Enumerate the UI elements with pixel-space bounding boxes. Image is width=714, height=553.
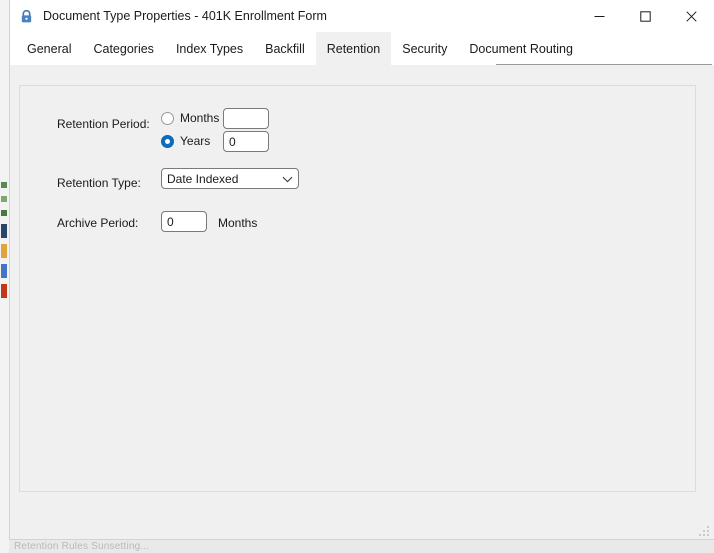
retention-panel: Retention Period: Months Years Retention… [19,85,696,492]
retention-period-months-radio[interactable]: Months [161,111,219,125]
archive-period-unit: Months [218,216,258,230]
background-accent-bar [1,244,7,258]
background-window-text: Retention Rules Sunsetting... [14,541,150,552]
radio-label-years: Years [180,134,211,148]
tab-bar: General Categories Index Types Backfill … [10,32,714,65]
background-window-sliver [0,0,9,553]
tab-backfill[interactable]: Backfill [254,32,316,65]
background-accent-bar [1,196,7,202]
retention-type-dropdown[interactable]: Date Indexed [161,168,299,189]
padlock-icon [18,8,35,25]
minimize-button[interactable] [576,0,622,32]
chevron-down-icon [282,172,293,186]
tab-document-routing[interactable]: Document Routing [458,32,584,65]
radio-indicator-months [161,111,174,125]
retention-period-years-input[interactable] [223,131,269,152]
window-controls [576,0,714,32]
close-button[interactable] [668,0,714,32]
tab-general[interactable]: General [16,32,82,65]
dialog-body: Retention Period: Months Years Retention… [10,65,714,539]
background-accent-bar [1,264,7,278]
tab-retention[interactable]: Retention [315,32,392,65]
tab-categories[interactable]: Categories [82,32,164,65]
background-accent-bar [1,224,7,238]
window-title: Document Type Properties - 401K Enrollme… [43,9,327,23]
radio-indicator-years [161,134,174,148]
resize-grip[interactable] [699,526,711,538]
retention-period-months-input[interactable] [223,108,269,129]
retention-type-value: Date Indexed [167,171,239,186]
retention-type-label: Retention Type: [57,176,141,190]
tab-index-types[interactable]: Index Types [165,32,254,65]
archive-period-input[interactable] [161,211,207,232]
background-accent-bar [1,182,7,188]
retention-period-years-radio[interactable]: Years [161,134,210,148]
background-accent-bar [1,284,7,298]
document-type-properties-dialog: Document Type Properties - 401K Enrollme… [9,0,714,540]
archive-period-label: Archive Period: [57,216,139,230]
maximize-button[interactable] [622,0,668,32]
radio-label-months: Months [180,111,220,125]
background-accent-bar [1,210,7,216]
retention-period-label: Retention Period: [57,117,150,131]
tab-security[interactable]: Security [391,32,458,65]
title-bar: Document Type Properties - 401K Enrollme… [10,0,714,32]
